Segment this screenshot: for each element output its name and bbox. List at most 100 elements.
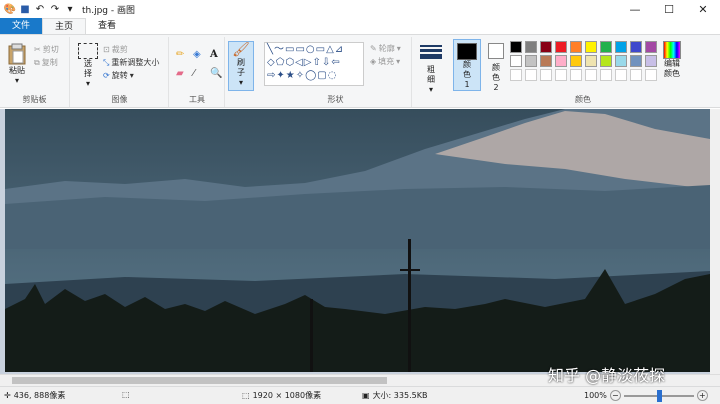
tab-home[interactable]: 主页 [42, 18, 87, 34]
vertical-scrollbar[interactable] [710, 109, 720, 374]
outline-button[interactable]: ✎ 轮廓 ▾ [370, 42, 401, 55]
palette-swatch[interactable] [525, 41, 537, 53]
palette-empty-swatch[interactable] [525, 69, 537, 81]
chevron-down-icon: ▾ [14, 76, 19, 85]
cut-button[interactable]: ✂ 剪切 [34, 43, 59, 56]
palette-swatch[interactable] [615, 55, 627, 67]
fill-bucket-icon[interactable]: ◈ [193, 49, 207, 60]
palette-swatch[interactable] [555, 55, 567, 67]
dimensions-icon: ⬚ [242, 391, 250, 400]
image-canvas[interactable] [5, 109, 710, 372]
palette-swatch[interactable] [645, 41, 657, 53]
eraser-icon[interactable]: ▰ [176, 68, 190, 79]
minimize-button[interactable]: — [618, 0, 652, 18]
undo-icon[interactable]: ↶ [34, 3, 46, 15]
ribbon-tabs: 文件 主页 查看 [0, 18, 720, 34]
palette-swatch[interactable] [570, 55, 582, 67]
text-tool-icon[interactable]: A [210, 49, 224, 60]
close-button[interactable]: ✕ [686, 0, 720, 18]
zoom-value: 100% [584, 391, 607, 400]
colors-group-label: 颜色 [575, 95, 591, 104]
size-label: 粗细 [427, 65, 435, 84]
color-picker-icon[interactable]: ⁄ [193, 68, 207, 79]
crop-icon: ⊡ [103, 45, 110, 54]
cursor-icon: ✛ [4, 391, 11, 400]
palette-empty-swatch[interactable] [600, 69, 612, 81]
paste-label: 粘贴 [9, 66, 25, 75]
crop-button[interactable]: ⊡ 裁剪 [103, 43, 159, 56]
palette-empty-swatch[interactable] [645, 69, 657, 81]
palette-empty-swatch[interactable] [555, 69, 567, 81]
selection-icon: ⬚ [122, 390, 130, 399]
palette-swatch[interactable] [585, 55, 597, 67]
fill-label: 填充 [378, 57, 395, 66]
rotate-button[interactable]: ⟳ 旋转 ▾ [103, 69, 159, 82]
palette-swatch[interactable] [600, 55, 612, 67]
palette-swatch[interactable] [510, 55, 522, 67]
cut-label: 剪切 [42, 45, 59, 54]
image-group: 选择 ▾ ⊡ 裁剪 ⤡ 重新调整大小 ⟳ 旋转 ▾ 图像 [71, 37, 169, 107]
palette-swatch[interactable] [600, 41, 612, 53]
shapes-group-label: 形状 [327, 95, 344, 104]
palette-swatch[interactable] [615, 41, 627, 53]
status-bar: ✛ 436, 888像素 ⬚ ⬚ 1920 × 1080像素 ▣ 大小: 335.5K… [0, 386, 720, 404]
palette-swatch[interactable] [585, 41, 597, 53]
palette-empty-swatch[interactable] [615, 69, 627, 81]
zoom-slider-thumb[interactable] [656, 389, 662, 402]
palette-empty-swatch[interactable] [570, 69, 582, 81]
palette-empty-swatch[interactable] [585, 69, 597, 81]
palette-swatch[interactable] [630, 55, 642, 67]
zoom-controls: 100% − + [584, 389, 708, 402]
maximize-button[interactable]: ☐ [652, 0, 686, 18]
line-size-icon [420, 43, 442, 61]
scroll-thumb[interactable] [12, 377, 387, 384]
clipboard-group-label: 剪贴板 [22, 95, 47, 104]
copy-label: 复制 [41, 58, 58, 67]
color2-button[interactable]: 颜色 2 [484, 43, 508, 93]
tab-view[interactable]: 查看 [86, 18, 128, 34]
quick-access-toolbar: 🎨 ■ ↶ ↷ ▾ [0, 3, 76, 15]
palette-swatch[interactable] [645, 55, 657, 67]
palette-swatch[interactable] [540, 55, 552, 67]
palette-swatch[interactable] [510, 41, 522, 53]
fill-button[interactable]: ◈ 填充 ▾ [370, 55, 401, 68]
palette-swatch[interactable] [540, 41, 552, 53]
select-button[interactable]: 选择 ▾ [75, 43, 101, 88]
chevron-down-icon: ▾ [396, 57, 401, 66]
redo-icon[interactable]: ↷ [49, 3, 61, 15]
palette-swatch[interactable] [525, 55, 537, 67]
palette-empty-swatch[interactable] [510, 69, 522, 81]
customize-qat-icon[interactable]: ▾ [64, 3, 76, 15]
palette-swatch[interactable] [570, 41, 582, 53]
select-label: 选择 [84, 59, 92, 78]
color1-button[interactable]: 颜色 1 [453, 39, 481, 91]
zoom-out-button[interactable]: − [609, 390, 621, 401]
watermark-text: 知乎 @静淡莜探 [548, 366, 666, 385]
paint-app-icon: 🎨 [3, 3, 17, 15]
color2-swatch [488, 43, 504, 59]
chevron-down-icon: ▾ [85, 79, 90, 88]
tab-file[interactable]: 文件 [0, 18, 43, 34]
palette-swatch[interactable] [630, 41, 642, 53]
pencil-icon[interactable]: ✏ [176, 49, 190, 60]
edit-colors-button[interactable]: 编辑颜色 [658, 41, 686, 79]
palette-empty-swatch[interactable] [540, 69, 552, 81]
paste-button[interactable]: 粘贴 ▾ [4, 43, 30, 85]
rainbow-icon [663, 41, 681, 59]
shapes-gallery[interactable]: ╲〜▭▭○▭△⊿ ◇⬠⬡◁▷⇧⇩⇦ ⇨✦★✧◯▢◌ [264, 42, 364, 86]
palette-empty-swatch[interactable] [630, 69, 642, 81]
colors-group: 编辑颜色 颜色 [508, 37, 688, 107]
zoom-slider[interactable] [623, 389, 694, 402]
save-icon[interactable]: ■ [19, 3, 31, 15]
copy-button[interactable]: ⧉ 复制 [34, 56, 59, 69]
size-button[interactable]: 粗细 ▾ [417, 43, 445, 94]
resize-button[interactable]: ⤡ 重新调整大小 [103, 56, 159, 69]
scissors-icon: ✂ [34, 45, 41, 54]
zoom-in-button[interactable]: + [696, 390, 708, 401]
brush-button[interactable]: 🖌 刷子 ▾ [228, 41, 254, 91]
chevron-down-icon: ▾ [129, 71, 134, 80]
chevron-down-icon: ▾ [396, 44, 401, 53]
select-icon [78, 43, 98, 59]
palette-swatch[interactable] [555, 41, 567, 53]
magnifier-icon[interactable]: 🔍 [210, 68, 224, 79]
